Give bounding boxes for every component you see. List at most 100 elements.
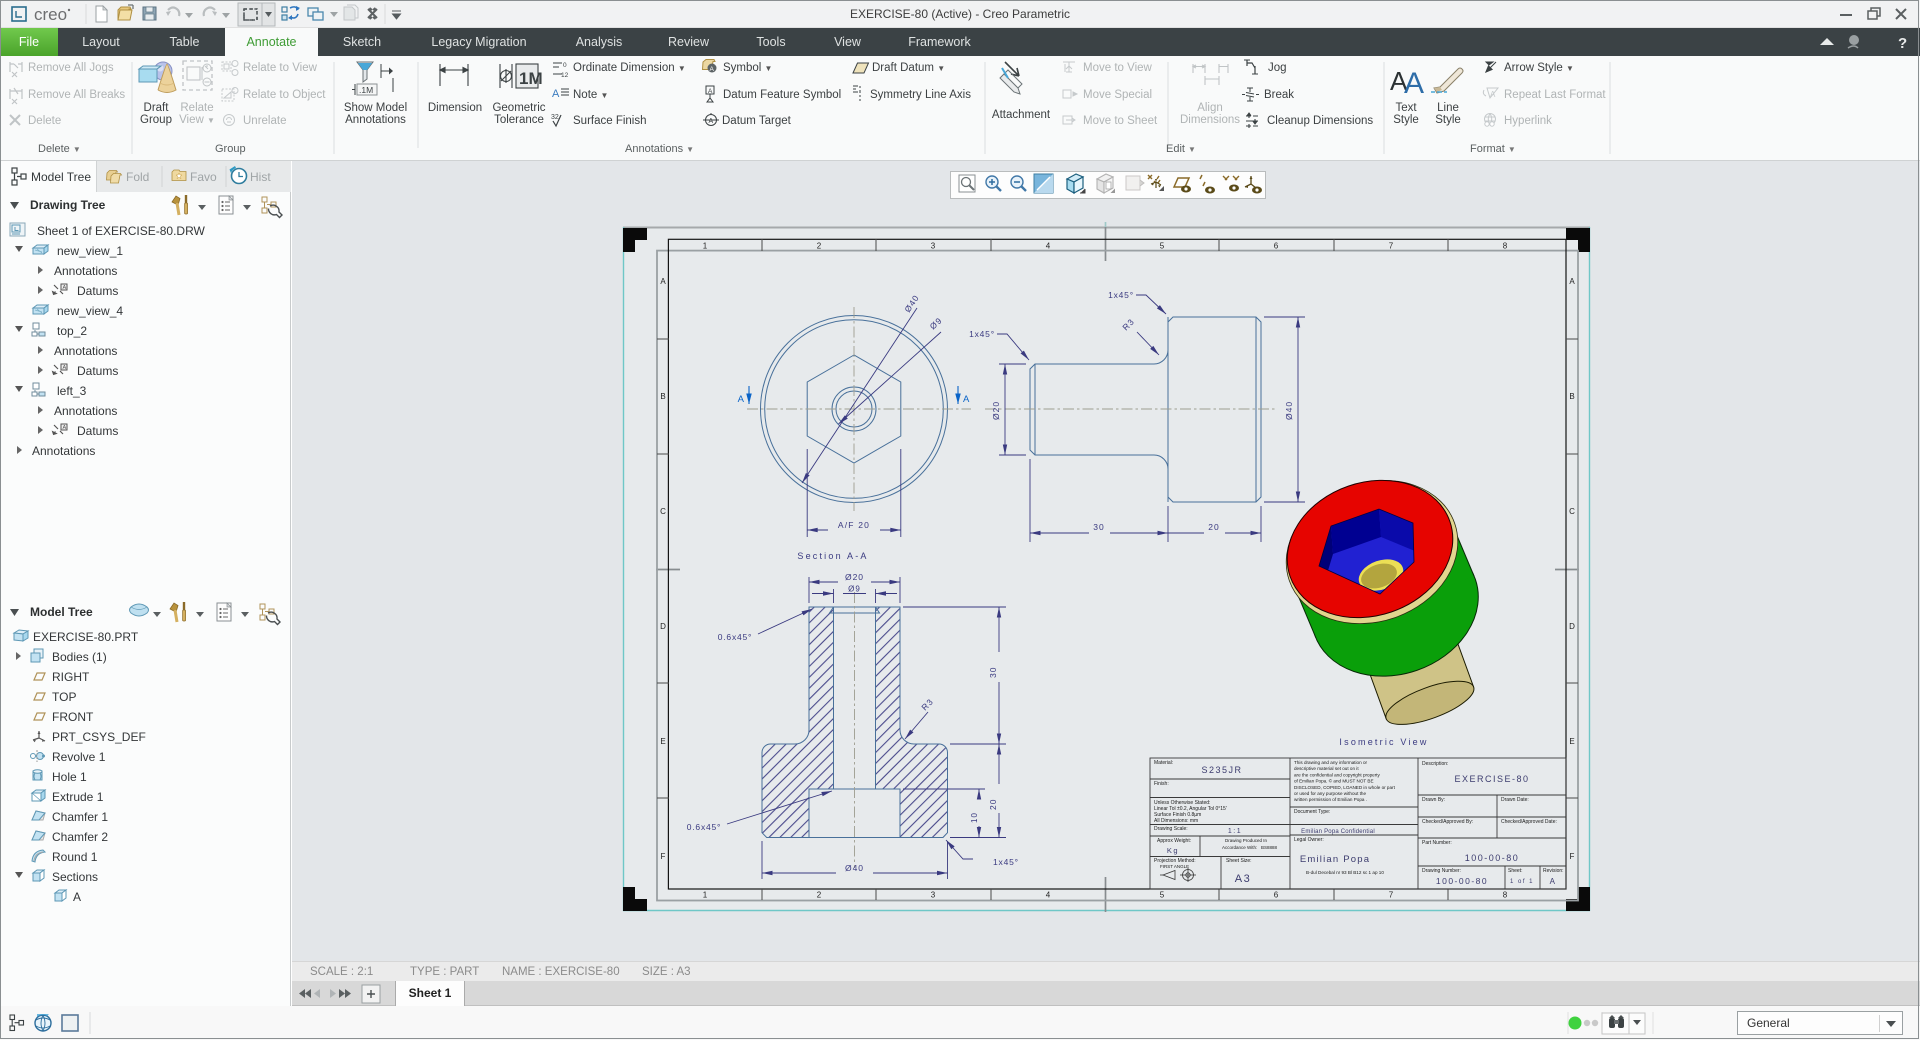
svg-text:0.6x45°: 0.6x45° <box>687 822 722 832</box>
svg-text:Document Type:: Document Type: <box>1294 809 1330 815</box>
svg-text:A: A <box>660 277 666 286</box>
svg-text:Approx Weight:: Approx Weight: <box>1157 838 1191 844</box>
svg-text:12: 12 <box>561 72 569 79</box>
svg-text:F: F <box>661 852 666 861</box>
svg-text:Emilian Popa Confidential: Emilian Popa Confidential <box>1301 829 1375 835</box>
svg-text:100-00-80: 100-00-80 <box>1465 853 1520 863</box>
svg-text:Description:: Description: <box>1422 761 1448 767</box>
svg-text:1x45°: 1x45° <box>1108 290 1134 300</box>
svg-text:A/F 20: A/F 20 <box>838 520 870 530</box>
svg-text:E: E <box>660 737 665 746</box>
svg-text:?: ? <box>1898 35 1907 52</box>
svg-text:or used for any purpose withou: or used for any purpose without the <box>1294 791 1366 796</box>
svg-text:20: 20 <box>988 799 998 810</box>
svg-text:7: 7 <box>1389 242 1394 251</box>
svg-text:Drawing Number:: Drawing Number: <box>1422 868 1461 874</box>
svg-text:8: 8 <box>1503 891 1508 900</box>
svg-text:A: A <box>1569 277 1575 286</box>
svg-text:2: 2 <box>817 891 822 900</box>
svg-text:2: 2 <box>817 242 822 251</box>
svg-text:Ø40: Ø40 <box>1284 401 1294 420</box>
svg-text:Part Number:: Part Number: <box>1422 840 1452 846</box>
svg-text:Favo: Favo <box>190 170 217 184</box>
svg-text:8: 8 <box>1503 242 1508 251</box>
svg-text:Ø20: Ø20 <box>991 401 1001 420</box>
svg-text:FIRST ANGLE: FIRST ANGLE <box>1160 864 1189 869</box>
svg-text:A3: A3 <box>1235 873 1251 885</box>
svg-text:B: B <box>1569 392 1574 401</box>
svg-text:1: 1 <box>703 891 708 900</box>
svg-text:Ø9: Ø9 <box>848 585 861 594</box>
svg-text:A: A <box>63 425 67 431</box>
svg-text:A: A <box>738 394 745 405</box>
svg-text:E: E <box>1569 737 1574 746</box>
svg-text:.1M: .1M <box>359 85 373 95</box>
svg-text:B: B <box>660 392 665 401</box>
svg-text:EXERCISE-80: EXERCISE-80 <box>1454 774 1529 784</box>
svg-text:10: 10 <box>970 812 979 823</box>
svg-text:Emilian Popa: Emilian Popa <box>1300 854 1370 865</box>
svg-text:1x45°: 1x45° <box>993 857 1019 867</box>
svg-text:Isometric View: Isometric View <box>1339 737 1428 747</box>
svg-text:Material:: Material: <box>1154 760 1173 766</box>
svg-text:descriptive material set out o: descriptive material set out on it <box>1294 766 1359 771</box>
svg-text:1x45°: 1x45° <box>969 329 995 339</box>
svg-text:Drawing Produced In: Drawing Produced In <box>1225 838 1268 843</box>
svg-text:Fold: Fold <box>126 170 149 184</box>
svg-text:Checked/Approved By:: Checked/Approved By: <box>1422 819 1473 825</box>
svg-text:7: 7 <box>1389 891 1394 900</box>
svg-text:Hist: Hist <box>250 170 271 184</box>
svg-text:C: C <box>660 507 666 516</box>
svg-text:Kg: Kg <box>1167 846 1179 855</box>
svg-text:6: 6 <box>1274 891 1279 900</box>
svg-text:of Emilian Popa. © and MUST NO: of Emilian Popa. © and MUST NOT BE <box>1294 778 1374 784</box>
svg-text:C: C <box>1569 507 1575 516</box>
svg-text:D: D <box>1569 622 1575 631</box>
svg-text:Drawing Scale:: Drawing Scale: <box>1154 826 1188 832</box>
svg-text:32: 32 <box>551 114 559 121</box>
svg-text:A: A <box>1404 67 1424 100</box>
svg-text:This drawing and any informati: This drawing and any information or <box>1294 760 1367 765</box>
svg-text:3: 3 <box>931 891 936 900</box>
svg-text:Section A-A: Section A-A <box>797 551 868 561</box>
svg-text:20: 20 <box>1208 522 1219 532</box>
svg-text:Revision:: Revision: <box>1543 868 1564 874</box>
svg-text:Checked/Approved Date:: Checked/Approved Date: <box>1501 819 1557 825</box>
svg-text:S235JR: S235JR <box>1201 765 1242 775</box>
svg-text:B-dul Decebal nr 93 Bl B12 sc: B-dul Decebal nr 93 Bl B12 sc 1 ap 10 <box>1306 870 1384 875</box>
svg-text:30: 30 <box>1093 522 1104 532</box>
svg-text:A: A <box>1550 877 1557 886</box>
svg-text:Accordance With: BS8888: Accordance With: BS8888 <box>1222 845 1278 850</box>
svg-text:A: A <box>710 66 715 73</box>
svg-text:1:1: 1:1 <box>1228 828 1242 835</box>
svg-text:A: A <box>1490 90 1496 99</box>
svg-text:Sheet Size:: Sheet Size: <box>1226 858 1252 864</box>
svg-text:Legal Owner:: Legal Owner: <box>1294 837 1324 843</box>
svg-text:A: A <box>708 88 713 95</box>
svg-text:4: 4 <box>1046 891 1051 900</box>
svg-text:written permission of Emilian: written permission of Emilian Popa . <box>1294 797 1367 802</box>
svg-text:0: 0 <box>563 62 567 69</box>
svg-text:Drawn Date:: Drawn Date: <box>1501 797 1529 803</box>
svg-text:4: 4 <box>1046 242 1051 251</box>
svg-text:1: 1 <box>703 242 708 251</box>
svg-text:Finish:: Finish: <box>1154 781 1169 787</box>
svg-text:1M: 1M <box>519 69 543 88</box>
svg-text:A: A <box>963 394 970 405</box>
svg-text:A: A <box>552 88 560 100</box>
svg-text:All Dimensions: mm: All Dimensions: mm <box>1154 818 1198 824</box>
svg-text:A: A <box>709 118 714 125</box>
svg-text:6: 6 <box>1274 242 1279 251</box>
svg-text:1 of 1: 1 of 1 <box>1510 879 1534 885</box>
svg-text:30: 30 <box>988 667 998 678</box>
svg-text:D: D <box>660 622 666 631</box>
svg-text:Drawn By:: Drawn By: <box>1422 797 1445 803</box>
svg-text:5: 5 <box>1160 891 1165 900</box>
svg-text:0.6x45°: 0.6x45° <box>718 632 753 642</box>
svg-text:100-00-80: 100-00-80 <box>1436 876 1488 886</box>
svg-text:Model Tree: Model Tree <box>31 170 91 184</box>
svg-text:3: 3 <box>931 242 936 251</box>
svg-text:Ø40: Ø40 <box>845 863 864 873</box>
svg-text:F: F <box>1570 852 1575 861</box>
svg-text:DISCLOSED, COPIED, LOANED in w: DISCLOSED, COPIED, LOANED in whole or pa… <box>1294 785 1396 790</box>
